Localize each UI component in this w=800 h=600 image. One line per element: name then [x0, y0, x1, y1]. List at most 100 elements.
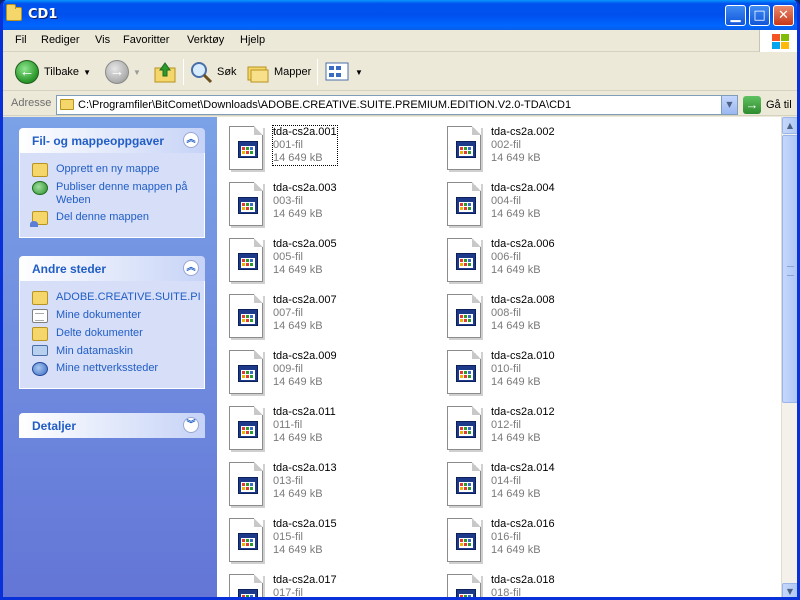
file-name: tda-cs2a.005 — [273, 238, 337, 250]
forward-button[interactable]: → ▼ — [105, 58, 141, 86]
file-item[interactable]: tda-cs2a.004 004-fil 14 649 kB — [435, 177, 645, 229]
file-item[interactable]: tda-cs2a.016 016-fil 14 649 kB — [435, 513, 645, 565]
file-item[interactable]: tda-cs2a.011 011-fil 14 649 kB — [217, 401, 427, 453]
scrollbar-thumb[interactable] — [782, 135, 797, 403]
close-icon: ✕ — [778, 8, 789, 23]
go-button[interactable]: → Gå til — [743, 95, 792, 115]
file-item[interactable]: tda-cs2a.012 012-fil 14 649 kB — [435, 401, 645, 453]
file-label: tda-cs2a.003 003-fil 14 649 kB — [273, 182, 337, 221]
explorer-window: CD1 ▁ □ ✕ Fil Rediger Vis Favoritter Ver… — [0, 0, 800, 600]
file-label: tda-cs2a.014 014-fil 14 649 kB — [491, 462, 555, 501]
file-label: tda-cs2a.010 010-fil 14 649 kB — [491, 350, 555, 389]
file-name: tda-cs2a.006 — [491, 238, 555, 250]
place-my-documents[interactable]: Mine dokumenter — [32, 309, 194, 323]
file-size: 14 649 kB — [273, 208, 323, 220]
expand-chevron-icon[interactable]: ︾ — [183, 417, 199, 433]
file-item[interactable]: tda-cs2a.009 009-fil 14 649 kB — [217, 345, 427, 397]
file-icon — [226, 238, 266, 284]
content-area: Fil- og mappeoppgaver ︽ Opprett en ny ma… — [3, 117, 797, 597]
file-label: tda-cs2a.013 013-fil 14 649 kB — [273, 462, 337, 501]
task-publish-web[interactable]: Publiser denne mappen på Weben — [32, 181, 194, 207]
forward-arrow-icon: → — [105, 60, 129, 84]
file-name: tda-cs2a.001 — [273, 126, 337, 138]
place-parent-folder[interactable]: ADOBE.CREATIVE.SUITE.PI — [32, 291, 201, 305]
file-name: tda-cs2a.016 — [491, 518, 555, 530]
toolbar-separator — [317, 59, 318, 85]
title-bar[interactable]: CD1 ▁ □ ✕ — [3, 0, 797, 30]
search-button[interactable]: Søk — [189, 58, 237, 86]
file-item[interactable]: tda-cs2a.014 014-fil 14 649 kB — [435, 457, 645, 509]
file-item[interactable]: tda-cs2a.017017-fil14 649 kB — [217, 569, 427, 597]
menu-help[interactable]: Hjelp — [240, 34, 265, 46]
file-icon — [444, 462, 484, 508]
file-icon — [226, 406, 266, 452]
file-item[interactable]: tda-cs2a.006 006-fil 14 649 kB — [435, 233, 645, 285]
collapse-chevron-icon[interactable]: ︽ — [183, 260, 199, 276]
menu-tools[interactable]: Verktøy — [187, 34, 224, 46]
address-dropdown-icon[interactable]: ▼ — [721, 96, 737, 114]
file-item[interactable]: tda-cs2a.018018-fil14 649 kB — [435, 569, 645, 597]
file-item[interactable]: tda-cs2a.002 002-fil 14 649 kB — [435, 121, 645, 173]
file-size: 14 649 kB — [273, 320, 323, 332]
views-button[interactable]: ▼ — [325, 58, 363, 86]
folders-button[interactable]: Mapper — [246, 58, 311, 86]
other-places-header[interactable]: Andre steder ︽ — [19, 256, 205, 281]
file-item[interactable]: tda-cs2a.005 005-fil 14 649 kB — [217, 233, 427, 285]
place-shared-documents[interactable]: Delte dokumenter — [32, 327, 194, 341]
file-name: tda-cs2a.002 — [491, 126, 555, 138]
file-size: 14 649 kB — [273, 264, 323, 276]
menu-favorites[interactable]: Favoritter — [123, 34, 169, 46]
file-item[interactable]: tda-cs2a.003 003-fil 14 649 kB — [217, 177, 427, 229]
back-dropdown-icon[interactable]: ▼ — [83, 68, 91, 77]
place-network[interactable]: Mine nettverkssteder — [32, 362, 194, 376]
scroll-up-icon[interactable]: ▲ — [782, 117, 797, 134]
details-header[interactable]: Detaljer ︾ — [19, 413, 205, 438]
file-item[interactable]: tda-cs2a.001 001-fil 14 649 kB — [217, 121, 427, 173]
close-button[interactable]: ✕ — [773, 5, 794, 26]
file-item[interactable]: tda-cs2a.008 008-fil 14 649 kB — [435, 289, 645, 341]
file-item[interactable]: tda-cs2a.013 013-fil 14 649 kB — [217, 457, 427, 509]
file-size: 14 649 kB — [273, 488, 323, 500]
file-type: 006-fil — [491, 251, 521, 263]
file-item[interactable]: tda-cs2a.010 010-fil 14 649 kB — [435, 345, 645, 397]
file-icon — [444, 350, 484, 396]
back-label: Tilbake — [44, 66, 80, 78]
menu-file[interactable]: Fil — [15, 34, 27, 46]
up-folder-button[interactable] — [153, 58, 177, 86]
file-list[interactable]: tda-cs2a.001 001-fil 14 649 kB tda-cs2a.002… — [217, 117, 781, 597]
address-field[interactable]: C:\Programfiler\BitComet\Downloads\ADOBE… — [56, 95, 738, 115]
address-bar: Adresse C:\Programfiler\BitComet\Downloa… — [3, 92, 797, 116]
file-type: 009-fil — [273, 363, 303, 375]
go-label: Gå til — [766, 99, 792, 111]
folder-icon — [32, 291, 48, 305]
file-label: tda-cs2a.016 016-fil 14 649 kB — [491, 518, 555, 557]
collapse-chevron-icon[interactable]: ︽ — [183, 132, 199, 148]
scroll-down-icon[interactable]: ▼ — [782, 583, 797, 597]
file-item[interactable]: tda-cs2a.007 007-fil 14 649 kB — [217, 289, 427, 341]
file-tasks-header[interactable]: Fil- og mappeoppgaver ︽ — [19, 128, 205, 153]
file-size: 14 649 kB — [491, 544, 541, 556]
file-type: 007-fil — [273, 307, 303, 319]
menu-view[interactable]: Vis — [95, 34, 110, 46]
file-type: 004-fil — [491, 195, 521, 207]
back-button[interactable]: ← Tilbake ▼ — [15, 58, 91, 86]
address-path[interactable]: C:\Programfiler\BitComet\Downloads\ADOBE… — [78, 99, 571, 111]
menu-edit[interactable]: Rediger — [41, 34, 80, 46]
file-size: 14 649 kB — [491, 152, 541, 164]
views-dropdown-icon[interactable]: ▼ — [355, 68, 363, 77]
task-share-folder[interactable]: Del denne mappen — [30, 211, 194, 227]
file-icon — [444, 294, 484, 340]
task-new-folder[interactable]: Opprett en ny mappe — [32, 163, 194, 177]
minimize-icon: ▁ — [730, 8, 741, 23]
file-icon — [444, 406, 484, 452]
maximize-button[interactable]: □ — [749, 5, 770, 26]
forward-dropdown-icon[interactable]: ▼ — [133, 68, 141, 77]
file-icon — [226, 574, 266, 597]
file-label: tda-cs2a.002 002-fil 14 649 kB — [491, 126, 555, 165]
file-name: tda-cs2a.009 — [273, 350, 337, 362]
vertical-scrollbar[interactable]: ▲ ▼ — [781, 117, 797, 597]
minimize-button[interactable]: ▁ — [725, 5, 746, 26]
place-my-computer[interactable]: Min datamaskin — [32, 345, 194, 358]
file-item[interactable]: tda-cs2a.015 015-fil 14 649 kB — [217, 513, 427, 565]
other-places-body: ADOBE.CREATIVE.SUITE.PI Mine dokumenter … — [19, 281, 205, 389]
